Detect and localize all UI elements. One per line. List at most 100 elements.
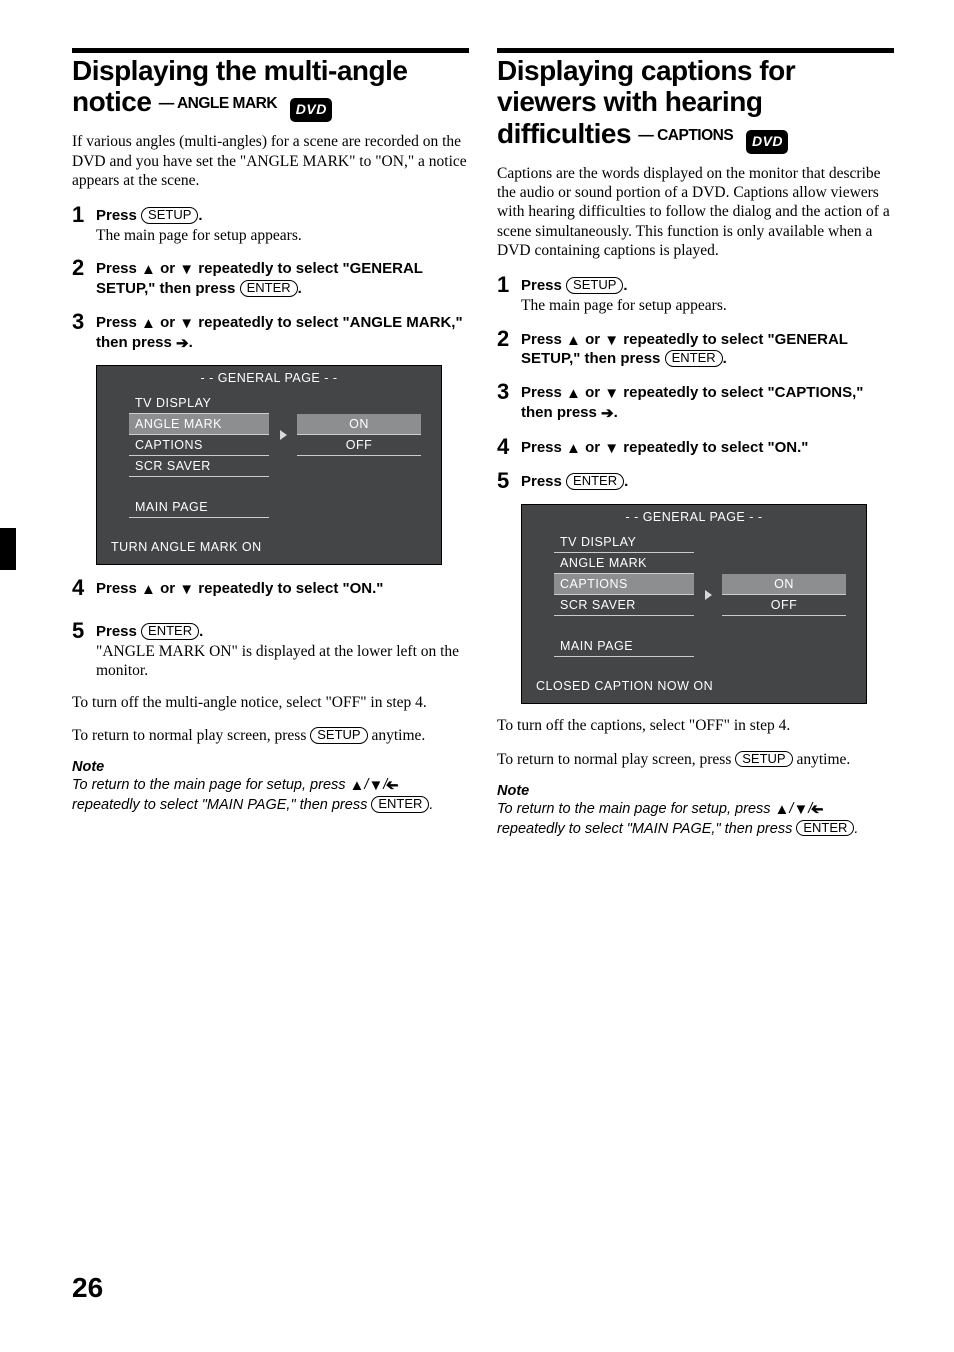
txt: repeatedly to select "ON." — [194, 580, 383, 597]
txt: To return to normal play screen, press — [72, 727, 310, 744]
osd-panel-right: - - GENERAL PAGE - - TV DISPLAY ANGLE MA… — [521, 504, 867, 704]
arrow-left-icon: ➔ — [387, 777, 400, 796]
txt: repeatedly to select "MAIN PAGE," then p… — [497, 821, 796, 837]
right-para2: To return to normal play screen, press S… — [497, 750, 894, 769]
arrow-up-icon: ▲ — [141, 315, 156, 334]
txt: . — [614, 404, 618, 421]
menu-item-selected: ANGLE MARK — [129, 414, 269, 435]
right-subtitle: — CAPTIONS — [638, 127, 733, 144]
txt: or — [156, 580, 179, 597]
step-heading: Press ▲ or ▼ repeatedly to select "GENER… — [96, 260, 469, 299]
page-content: Displaying the multi-angle notice — ANGL… — [0, 0, 954, 838]
menu-item: ANGLE MARK — [554, 553, 694, 574]
title-line2: viewers with hearing — [497, 86, 762, 117]
right-para1: To turn off the captions, select "OFF" i… — [497, 716, 894, 735]
setup-key-icon: SETUP — [735, 751, 792, 768]
txt: or — [156, 314, 179, 331]
setup-key-icon: SETUP — [566, 277, 623, 294]
arrow-down-icon: ▼ — [179, 581, 194, 600]
panel-status: TURN ANGLE MARK ON — [111, 540, 262, 554]
step-number: 5 — [497, 470, 511, 492]
step-2: 2 Press ▲ or ▼ repeatedly to select "GEN… — [497, 328, 894, 370]
option-off: OFF — [722, 595, 846, 616]
menu-item: SCR SAVER — [129, 456, 269, 477]
menu-item: TV DISPLAY — [554, 532, 694, 553]
step-1: 1 Press SETUP. The main page for setup a… — [72, 204, 469, 245]
step-3: 3 Press ▲ or ▼ repeatedly to select "CAP… — [497, 381, 894, 424]
txt: Press — [521, 473, 566, 490]
txt: . — [723, 350, 727, 367]
step-heading: Press ▲ or ▼ repeatedly to select "CAPTI… — [521, 384, 894, 424]
left-para1: To turn off the multi-angle notice, sele… — [72, 693, 469, 712]
arrow-up-icon: ▲ — [566, 385, 581, 404]
arrow-right-icon: ➔ — [176, 335, 189, 354]
side-tab-marker — [0, 528, 16, 570]
txt: or — [156, 260, 179, 277]
title-line1: Displaying captions for — [497, 55, 795, 86]
panel-status: CLOSED CAPTION NOW ON — [536, 679, 713, 693]
note-body: To return to the main page for setup, pr… — [72, 776, 469, 814]
txt: To return to the main page for setup, pr… — [497, 801, 775, 817]
step-heading: Press ▲ or ▼ repeatedly to select "ANGLE… — [96, 314, 469, 354]
txt: repeatedly to select "ON." — [619, 439, 808, 456]
txt: . — [298, 280, 302, 297]
txt: anytime. — [368, 727, 426, 744]
step-number: 5 — [72, 620, 86, 681]
left-title: Displaying the multi-angle notice — ANGL… — [72, 55, 469, 122]
txt: repeatedly to select "MAIN PAGE," then p… — [72, 797, 371, 813]
note-body: To return to the main page for setup, pr… — [497, 800, 894, 838]
page-number: 26 — [72, 1272, 103, 1304]
enter-key-icon: ENTER — [665, 350, 723, 367]
left-subtitle: — ANGLE MARK — [159, 95, 277, 112]
title-line1: Displaying the multi-angle — [72, 55, 407, 86]
txt: . — [198, 207, 202, 224]
section-rule — [72, 48, 469, 53]
txt: To return to the main page for setup, pr… — [72, 777, 350, 793]
txt: . — [623, 277, 627, 294]
txt: Press — [96, 580, 141, 597]
txt: Press — [521, 331, 566, 348]
step-heading: Press SETUP. — [521, 277, 894, 296]
step-4: 4 Press ▲ or ▼ repeatedly to select "ON.… — [497, 436, 894, 459]
menu-item: TV DISPLAY — [129, 393, 269, 414]
step-3: 3 Press ▲ or ▼ repeatedly to select "ANG… — [72, 311, 469, 354]
step-heading: Press ▲ or ▼ repeatedly to select "ON." — [521, 439, 894, 459]
step-heading: Press ▲ or ▼ repeatedly to select "ON." — [96, 580, 469, 600]
txt: . — [624, 473, 628, 490]
osd-panel-left: - - GENERAL PAGE - - TV DISPLAY ANGLE MA… — [96, 365, 442, 565]
step-text: The main page for setup appears. — [521, 296, 894, 315]
pointer-right-icon — [280, 430, 287, 440]
step-heading: Press SETUP. — [96, 207, 469, 226]
step-1: 1 Press SETUP. The main page for setup a… — [497, 274, 894, 315]
setup-key-icon: SETUP — [141, 207, 198, 224]
setup-key-icon: SETUP — [310, 727, 367, 744]
menu-item-mainpage: MAIN PAGE — [129, 497, 269, 518]
enter-key-icon: ENTER — [566, 473, 624, 490]
txt: Press — [521, 277, 566, 294]
arrow-left-icon: ➔ — [812, 801, 825, 820]
step-number: 3 — [72, 311, 86, 354]
step-number: 3 — [497, 381, 511, 424]
right-column: Displaying captions for viewers with hea… — [497, 48, 894, 838]
arrow-right-icon: ➔ — [601, 405, 614, 424]
txt: Press — [96, 207, 141, 224]
step-4: 4 Press ▲ or ▼ repeatedly to select "ON.… — [72, 577, 469, 600]
menu-item: CAPTIONS — [129, 435, 269, 456]
right-intro: Captions are the words displayed on the … — [497, 164, 894, 261]
panel-title: - - GENERAL PAGE - - — [522, 505, 866, 528]
arrow-down-icon: ▼ — [604, 440, 619, 459]
arrow-up-icon: ▲ — [566, 332, 581, 351]
menu-item-mainpage: MAIN PAGE — [554, 636, 694, 657]
dvd-icon: DVD — [746, 130, 788, 154]
txt: Press — [521, 439, 566, 456]
enter-key-icon: ENTER — [796, 820, 854, 837]
step-number: 2 — [72, 257, 86, 299]
txt: . — [429, 797, 433, 813]
menu-item: SCR SAVER — [554, 595, 694, 616]
left-intro: If various angles (multi-angles) for a s… — [72, 132, 469, 190]
option-on: ON — [722, 574, 846, 595]
enter-key-icon: ENTER — [371, 796, 429, 813]
menu-item-selected: CAPTIONS — [554, 574, 694, 595]
txt: To return to normal play screen, press — [497, 751, 735, 768]
title-line3: difficulties — [497, 118, 631, 149]
